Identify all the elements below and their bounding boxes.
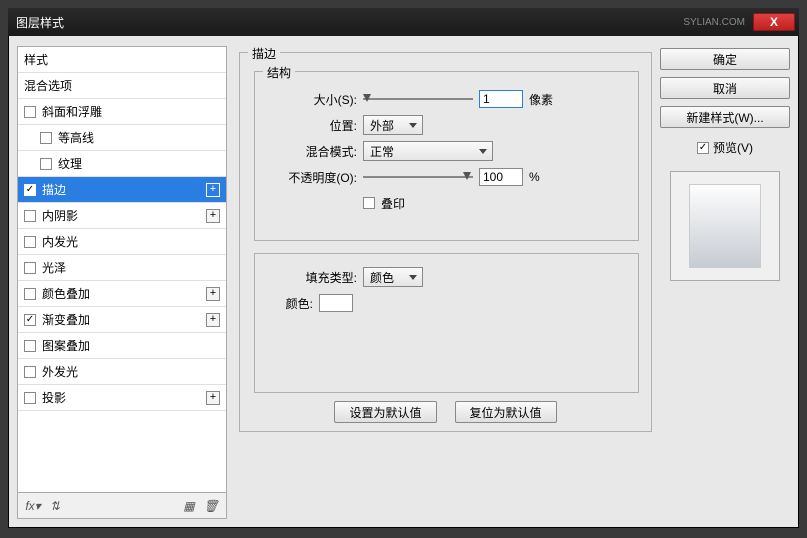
size-field[interactable] <box>479 90 523 108</box>
style-item[interactable]: 渐变叠加 + <box>18 307 226 333</box>
ok-button[interactable]: 确定 <box>660 48 790 70</box>
filltype-label: 填充类型: <box>265 269 357 286</box>
style-checkbox[interactable] <box>24 288 36 300</box>
close-button[interactable]: X <box>753 13 795 31</box>
new-style-button[interactable]: 新建样式(W)... <box>660 106 790 128</box>
color-swatch[interactable] <box>319 294 353 312</box>
add-icon[interactable]: ▦ <box>180 497 198 515</box>
blendmode-label: 混合模式: <box>265 143 357 160</box>
style-item-label: 纹理 <box>58 155 82 172</box>
color-label: 颜色: <box>265 295 313 312</box>
style-item-label: 渐变叠加 <box>42 311 90 328</box>
style-item-label: 等高线 <box>58 129 94 146</box>
arrow-up-down-icon[interactable]: ⇅ <box>46 497 64 515</box>
style-item-label: 光泽 <box>42 259 66 276</box>
style-item-label: 投影 <box>42 389 66 406</box>
opacity-unit: % <box>529 170 540 184</box>
style-item-label: 颜色叠加 <box>42 285 90 302</box>
overprint-label: 叠印 <box>381 195 405 212</box>
structure-label: 结构 <box>263 64 295 81</box>
style-checkbox[interactable] <box>24 340 36 352</box>
size-label: 大小(S): <box>265 91 357 108</box>
make-default-button[interactable]: 设置为默认值 <box>334 401 436 423</box>
preview-toggle-row: 预览(V) <box>660 139 790 156</box>
sidebar-footer: fx▾ ⇅ ▦ 🗑 <box>17 493 227 519</box>
position-label: 位置: <box>265 117 357 134</box>
window-title: 图层样式 <box>16 14 64 31</box>
structure-fieldset: 结构 大小(S): 像素 位置: 外部 混合模式: 正常 <box>254 71 639 241</box>
style-checkbox[interactable] <box>24 314 36 326</box>
trash-icon[interactable]: 🗑 <box>202 497 220 515</box>
style-checkbox[interactable] <box>24 106 36 118</box>
style-item-label: 内阴影 <box>42 207 78 224</box>
watermark: SYLIAN.COM <box>683 17 745 28</box>
style-item-label: 外发光 <box>42 363 78 380</box>
preview-box <box>670 171 780 281</box>
defaults-row: 设置为默认值 复位为默认值 <box>240 401 651 423</box>
add-effect-icon[interactable]: + <box>206 313 220 327</box>
style-item[interactable]: 描边 + <box>18 177 226 203</box>
style-checkbox[interactable] <box>24 236 36 248</box>
style-item[interactable]: 颜色叠加 + <box>18 281 226 307</box>
style-item[interactable]: 斜面和浮雕 <box>18 99 226 125</box>
size-unit: 像素 <box>529 91 553 108</box>
style-checkbox[interactable] <box>40 132 52 144</box>
settings-panel: 描边 结构 大小(S): 像素 位置: 外部 混合模式: <box>235 46 652 519</box>
reset-default-button[interactable]: 复位为默认值 <box>455 401 557 423</box>
filltype-select[interactable]: 颜色 <box>363 267 423 287</box>
style-checkbox[interactable] <box>24 392 36 404</box>
style-item[interactable]: 投影 + <box>18 385 226 411</box>
stroke-fieldset: 描边 结构 大小(S): 像素 位置: 外部 混合模式: <box>239 52 652 432</box>
fill-fieldset: 填充类型: 颜色 颜色: <box>254 253 639 393</box>
style-item[interactable]: 等高线 <box>18 125 226 151</box>
overprint-checkbox[interactable] <box>363 197 375 209</box>
preview-checkbox[interactable] <box>697 142 709 154</box>
style-checkbox[interactable] <box>24 184 36 196</box>
opacity-field[interactable] <box>479 168 523 186</box>
style-item[interactable]: 纹理 <box>18 151 226 177</box>
style-item-label: 斜面和浮雕 <box>42 103 102 120</box>
styles-list: 样式 混合选项 斜面和浮雕等高线纹理描边 + 内阴影 + 内发光光泽颜色叠加 + 渐变叠加 +… <box>17 46 227 493</box>
position-select[interactable]: 外部 <box>363 115 423 135</box>
preview-label: 预览(V) <box>713 139 753 156</box>
cancel-button[interactable]: 取消 <box>660 77 790 99</box>
dialog-body: 样式 混合选项 斜面和浮雕等高线纹理描边+内阴影+内发光光泽颜色叠加+渐变叠加+… <box>9 36 798 527</box>
sidebar-header-blend[interactable]: 混合选项 <box>18 73 226 99</box>
style-item[interactable]: 外发光 <box>18 359 226 385</box>
style-checkbox[interactable] <box>24 366 36 378</box>
style-item[interactable]: 内发光 <box>18 229 226 255</box>
opacity-slider[interactable] <box>363 170 473 184</box>
style-item-label: 描边 <box>42 181 66 198</box>
style-checkbox[interactable] <box>24 262 36 274</box>
blendmode-select[interactable]: 正常 <box>363 141 493 161</box>
preview-swatch <box>689 184 761 268</box>
fx-icon[interactable]: fx▾ <box>24 497 42 515</box>
style-item[interactable]: 光泽 <box>18 255 226 281</box>
add-effect-icon[interactable]: + <box>206 183 220 197</box>
size-slider[interactable] <box>363 92 473 106</box>
style-item-label: 图案叠加 <box>42 337 90 354</box>
style-item[interactable]: 内阴影 + <box>18 203 226 229</box>
stroke-group-label: 描边 <box>248 45 280 62</box>
add-effect-icon[interactable]: + <box>206 391 220 405</box>
style-checkbox[interactable] <box>24 210 36 222</box>
action-panel: 确定 取消 新建样式(W)... 预览(V) <box>660 46 790 519</box>
add-effect-icon[interactable]: + <box>206 209 220 223</box>
opacity-label: 不透明度(O): <box>265 169 357 186</box>
styles-sidebar: 样式 混合选项 斜面和浮雕等高线纹理描边 + 内阴影 + 内发光光泽颜色叠加 + 渐变叠加 +… <box>17 46 227 519</box>
close-icon: X <box>770 15 778 29</box>
layer-style-dialog: 图层样式 SYLIAN.COM X 样式 混合选项 斜面和浮雕等高线纹理描边+内… <box>8 8 799 528</box>
style-checkbox[interactable] <box>40 158 52 170</box>
style-item-label: 内发光 <box>42 233 78 250</box>
style-item[interactable]: 图案叠加 <box>18 333 226 359</box>
add-effect-icon[interactable]: + <box>206 287 220 301</box>
titlebar[interactable]: 图层样式 SYLIAN.COM X <box>8 8 799 36</box>
sidebar-header-styles[interactable]: 样式 <box>18 47 226 73</box>
